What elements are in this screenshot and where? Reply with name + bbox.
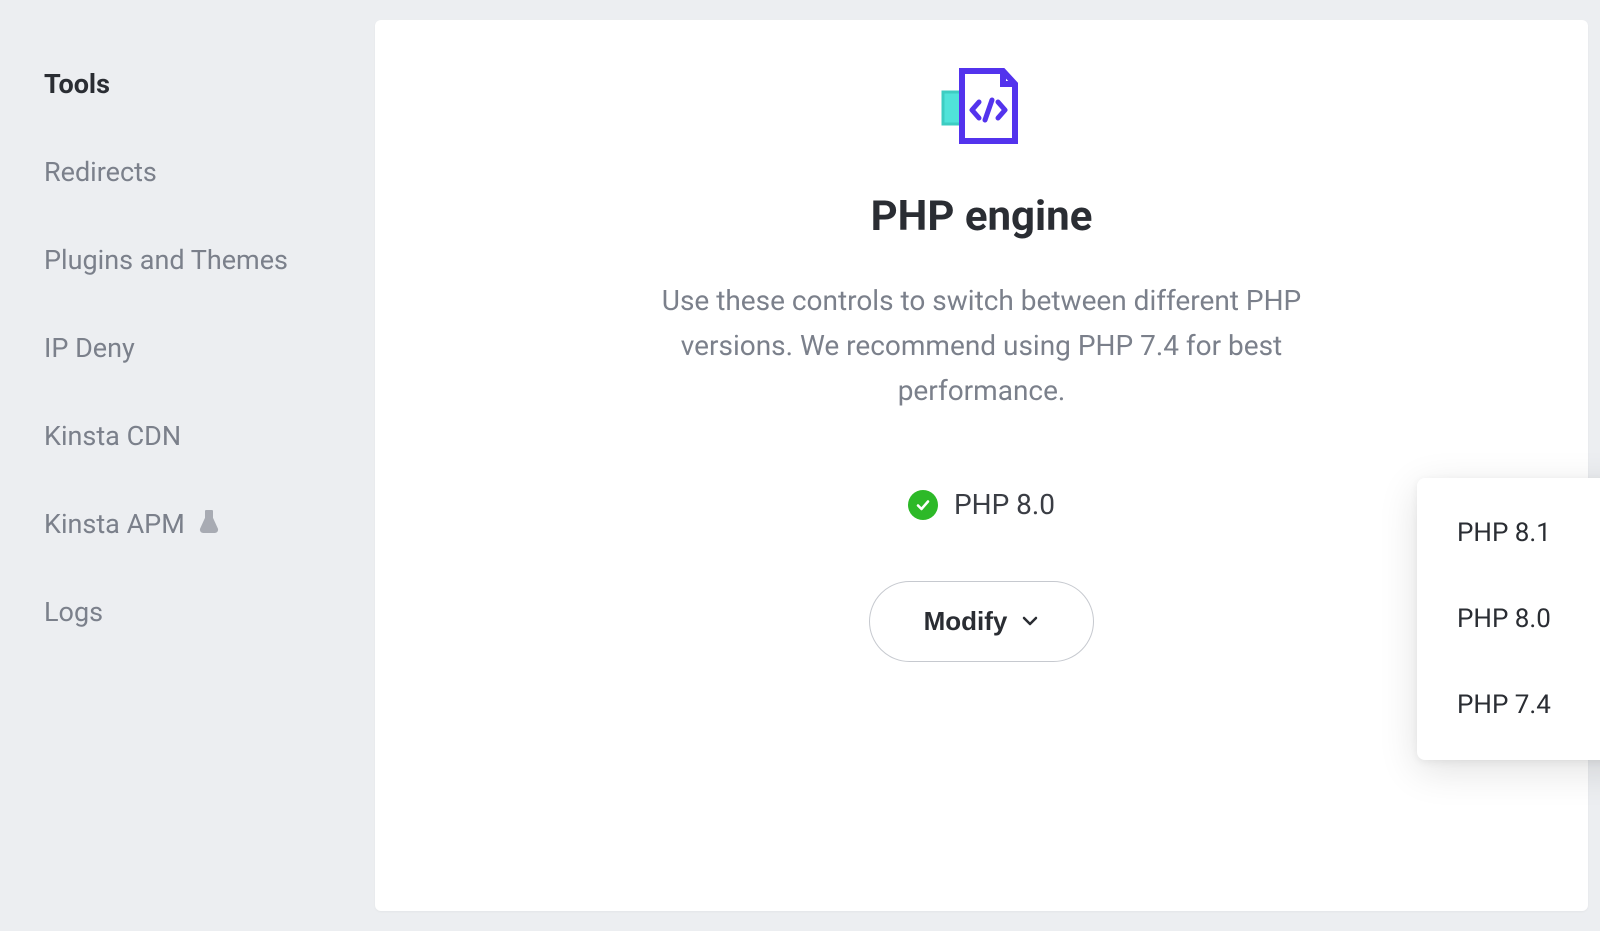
modify-button[interactable]: Modify — [869, 581, 1095, 662]
main-panel: PHP engine Use these controls to switch … — [375, 0, 1600, 931]
flask-icon — [199, 508, 219, 540]
current-version-label: PHP 8.0 — [954, 488, 1055, 521]
sidebar-item-kinsta-apm[interactable]: Kinsta APM — [44, 480, 375, 568]
sidebar-item-label: Kinsta APM — [44, 508, 185, 540]
sidebar-item-plugins-themes[interactable]: Plugins and Themes — [44, 216, 375, 304]
sidebar-item-logs[interactable]: Logs — [44, 568, 375, 656]
dropdown-item-label: PHP 8.1 — [1457, 518, 1551, 548]
card-description: Use these controls to switch between dif… — [622, 279, 1342, 413]
modify-button-label: Modify — [924, 606, 1008, 637]
sidebar-item-tools[interactable]: Tools — [44, 40, 375, 128]
sidebar-item-label: Plugins and Themes — [44, 244, 288, 276]
sidebar-item-label: Logs — [44, 596, 103, 628]
sidebar-item-kinsta-cdn[interactable]: Kinsta CDN — [44, 392, 375, 480]
dropdown-item-label: PHP 8.0 — [1457, 604, 1551, 634]
php-version-dropdown: PHP 8.1 PHP 8.0 PHP 7.4 — [1417, 478, 1600, 760]
php-engine-card: PHP engine Use these controls to switch … — [375, 20, 1588, 911]
sidebar-item-redirects[interactable]: Redirects — [44, 128, 375, 216]
sidebar-item-label: Redirects — [44, 156, 157, 188]
card-title: PHP engine — [475, 192, 1488, 241]
sidebar-item-label: Tools — [44, 68, 110, 100]
sidebar: Tools Redirects Plugins and Themes IP De… — [0, 0, 375, 931]
sidebar-item-label: IP Deny — [44, 332, 135, 364]
chevron-down-icon — [1021, 606, 1039, 637]
php-engine-hero-icon — [475, 68, 1488, 144]
dropdown-item-php-8-0[interactable]: PHP 8.0 — [1417, 576, 1600, 662]
current-version-status: PHP 8.0 — [475, 488, 1488, 521]
sidebar-item-label: Kinsta CDN — [44, 420, 181, 452]
check-circle-icon — [908, 490, 938, 520]
dropdown-item-label: PHP 7.4 — [1457, 690, 1551, 720]
dropdown-item-php-8-1[interactable]: PHP 8.1 — [1417, 504, 1600, 576]
sidebar-item-ip-deny[interactable]: IP Deny — [44, 304, 375, 392]
dropdown-item-php-7-4[interactable]: PHP 7.4 — [1417, 662, 1600, 734]
